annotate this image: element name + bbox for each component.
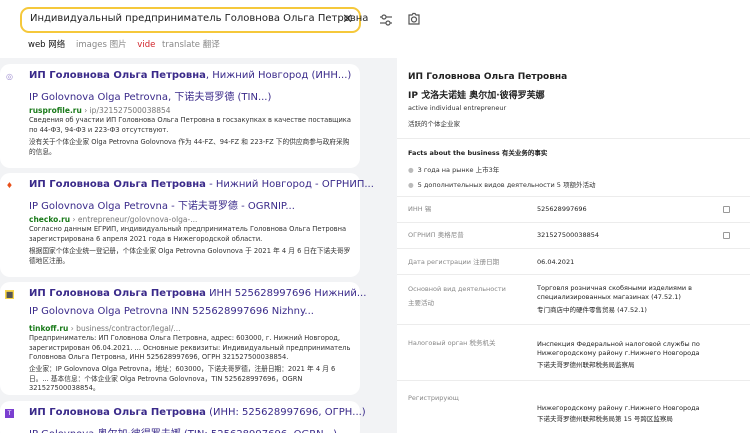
result-snippet: Предприниматель: ИП Головнова Ольга Петр… — [29, 334, 351, 361]
tab-web[interactable]: web 网络 — [28, 40, 65, 50]
checko-icon: ♦ — [5, 181, 14, 190]
result-title-translation[interactable]: IP Golovnova Olga Petrovna - 下诺夫哥罗德 - OG… — [29, 197, 295, 212]
result-title[interactable]: ИП Головнова Ольга Петровна ИНН 52562899… — [29, 288, 366, 299]
divider — [397, 248, 750, 249]
letter-t-icon: T — [5, 409, 14, 418]
result-card: ■ ИП Головнова Ольга Петровна ИНН 525628… — [0, 282, 366, 395]
row-label-registrar: Регистрирующ — [408, 394, 459, 402]
divider — [397, 138, 750, 139]
row-value-reg-date: 06.04.2021 — [537, 258, 575, 266]
entity-panel: ИП Головнова Ольга Петровна IP 戈洛夫诺娃 奥尔加… — [397, 58, 750, 433]
search-tabs: web 网络 images 图片 vide translate 翻译 — [28, 38, 228, 50]
tab-video[interactable]: vide — [137, 40, 155, 50]
panel-title: ИП Головнова Ольга Петровна — [408, 72, 568, 82]
panel-status-translation: 活跃的个体企业家 — [408, 120, 460, 128]
result-title[interactable]: ИП Головнова Ольга Петровна (ИНН: 525628… — [29, 407, 366, 418]
panel-status: active individual entrepreneur — [408, 104, 507, 112]
divider — [397, 274, 750, 275]
fact-item: ● 3 года на рынке 上市3年 — [408, 166, 500, 174]
result-url[interactable]: checko.ru › entrepreneur/golovnova-olga-… — [29, 215, 197, 224]
camera-search-icon[interactable] — [405, 11, 423, 29]
filter-settings-icon[interactable] — [377, 11, 395, 29]
result-title[interactable]: ИП Головнова Ольга Петровна - Нижний Нов… — [29, 179, 374, 190]
row-label-inn: ИНН 锡 — [408, 205, 432, 213]
clear-icon[interactable]: ✕ — [342, 11, 353, 29]
row-value-registrar: Нижегородскому району г.Нижнего Новгород… — [537, 404, 700, 412]
row-value-ogrnip: 321527500038854 — [537, 231, 600, 239]
header: Индивидуальный предприниматель Головнова… — [0, 0, 750, 58]
row-label-activity-translation: 主要活动 — [408, 299, 434, 307]
result-title[interactable]: ИП Головнова Ольга Петровна, Нижний Новг… — [29, 70, 351, 81]
tab-translate[interactable]: translate 翻译 — [162, 40, 220, 50]
result-title-translation[interactable]: IP Golovnova Olga Petrovna INN 525628997… — [29, 306, 314, 317]
row-value-tax-authority-translation: 下诺夫哥罗德州联邦税务局监察局 — [537, 361, 635, 369]
rusprofile-icon: ◎ — [6, 72, 13, 81]
row-label-ogrnip: ОГРНИП 奥格尼普 — [408, 231, 464, 239]
row-value-inn: 525628997696 — [537, 205, 587, 213]
divider — [397, 324, 750, 325]
result-title-translation[interactable]: IP Golovnova 奥尔加·彼得罗夫娜 (TIN: 52562899769… — [29, 425, 337, 433]
row-value-activity: Торговля розничная скобяными изделиями в… — [537, 284, 692, 301]
result-card: T ИП Головнова Ольга Петровна (ИНН: 5256… — [0, 401, 366, 433]
result-url[interactable]: rusprofile.ru › ip/321527500038854 — [29, 106, 171, 115]
copy-icon[interactable] — [723, 232, 730, 239]
result-title-translation[interactable]: IP Golovnova Olga Petrovna, 下诺夫哥罗德 (TIN.… — [29, 88, 271, 103]
divider — [397, 380, 750, 381]
tab-images[interactable]: images 图片 — [76, 40, 127, 50]
result-card: ◎ ИП Головнова Ольга Петровна, Нижний Но… — [0, 64, 360, 168]
divider — [397, 222, 750, 223]
result-url[interactable]: tinkoff.ru › business/contractor/legal/.… — [29, 324, 181, 333]
fact-item: ● 5 дополнительных видов деятельности 5 项… — [408, 181, 596, 189]
facts-title: Facts about the business 有关业务的事实 — [408, 149, 548, 157]
tinkoff-icon: ■ — [5, 290, 14, 299]
result-snippet-translation: 企业家：IP Golovnova Olga Petrovna，地址：603000… — [29, 365, 336, 392]
row-value-tax-authority: Инспекция Федеральной налоговой службы п… — [537, 340, 700, 357]
search-box[interactable]: Индивидуальный предприниматель Головнова… — [20, 7, 368, 33]
result-card: ♦ ИП Головнова Ольга Петровна - Нижний Н… — [0, 173, 374, 277]
copy-icon[interactable] — [723, 206, 730, 213]
row-label-tax-authority: Налоговый орган 税务机关 — [408, 339, 496, 347]
result-snippet: Согласно данным ЕГРИП, индивидуальный пр… — [29, 225, 347, 243]
row-label-activity: Основной вид деятельности — [408, 285, 506, 293]
panel-title-translation: IP 戈洛夫诺娃 奥尔加·彼得罗芙娜 — [408, 91, 545, 101]
row-value-registrar-translation: 下诺夫哥罗德州联邦税务局第 15 号跨区监察局 — [537, 415, 673, 423]
search-input[interactable]: Индивидуальный предприниматель Головнова… — [30, 13, 368, 24]
result-snippet-translation: 根据国家个体企业统一登记册，个体企业家 Olga Petrovna Golovn… — [29, 247, 351, 265]
result-snippet: Сведения об участии ИП Головнова Ольга П… — [29, 116, 351, 134]
row-value-activity-translation: 专门商店中的硬件零售贸易 (47.52.1) — [537, 306, 647, 314]
divider — [397, 196, 750, 197]
result-snippet-translation: 没有关于个体企业家 Olga Petrovna Golovnova 作为 44-… — [29, 138, 350, 156]
row-label-reg-date: Дата регистрации 注册日期 — [408, 258, 500, 266]
